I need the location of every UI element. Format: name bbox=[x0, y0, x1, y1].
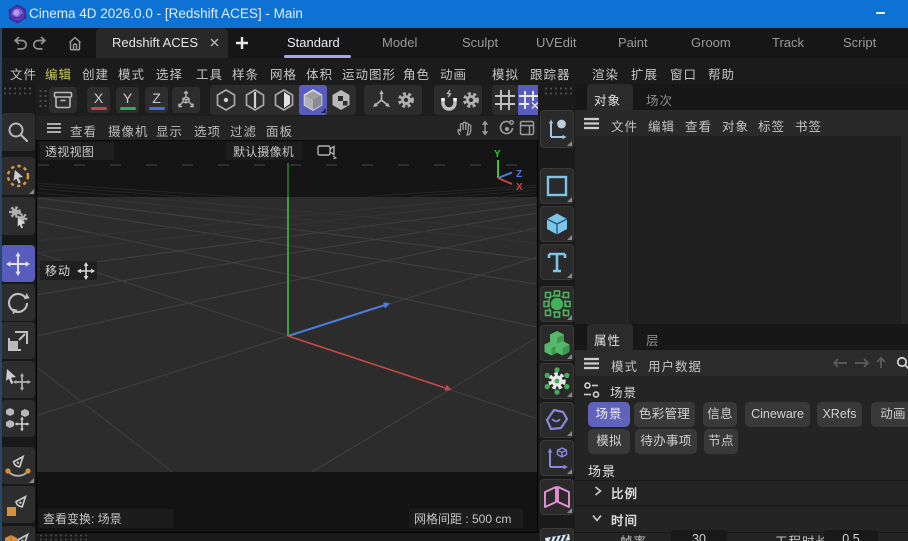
svg-text:移动: 移动 bbox=[45, 264, 71, 278]
svg-text:Z: Z bbox=[516, 169, 522, 180]
svg-text:X: X bbox=[516, 182, 523, 193]
svg-text:默认摄像机: 默认摄像机 bbox=[233, 144, 294, 159]
svg-text:网格间距 : 500 cm: 网格间距 : 500 cm bbox=[414, 511, 511, 526]
svg-text:查看变换: 场景: 查看变换: 场景 bbox=[43, 511, 122, 526]
svg-text:Y: Y bbox=[494, 149, 501, 160]
svg-text:透视视图: 透视视图 bbox=[45, 144, 94, 159]
